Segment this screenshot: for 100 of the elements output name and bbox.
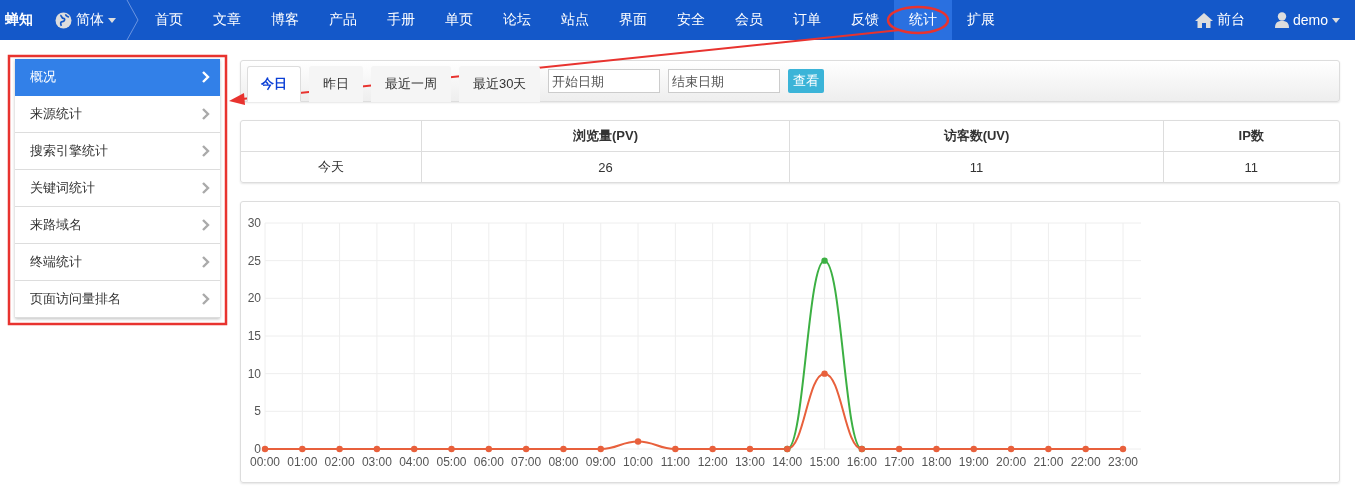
sidebar-item[interactable]: 概况: [15, 59, 220, 96]
chevron-right-icon: [202, 256, 210, 268]
chevron-right-icon: [202, 145, 210, 157]
data-point: [970, 445, 977, 453]
axis-tick-label: 30: [247, 216, 261, 230]
highlight-ellipse: [886, 5, 950, 35]
data-point: [672, 445, 679, 453]
data-point: [634, 438, 642, 445]
front-link[interactable]: 前台: [1179, 0, 1260, 40]
data-point: [709, 445, 716, 453]
chevron-right-icon: [202, 71, 210, 83]
axis-tick-label: 06:00: [473, 455, 504, 469]
nav-item[interactable]: 扩展: [952, 0, 1010, 40]
sidebar-item[interactable]: 来源统计: [15, 96, 220, 133]
caret-icon: [108, 17, 116, 23]
nav-item[interactable]: 论坛: [488, 0, 546, 40]
data-point: [411, 445, 418, 453]
axis-tick-label: 0: [254, 442, 261, 456]
axis-tick-label: 10:00: [623, 455, 654, 469]
nav-item[interactable]: 手册: [372, 0, 430, 40]
axis-tick-label: 20:00: [996, 455, 1027, 469]
axis-tick-label: 01:00: [287, 455, 318, 469]
column-header: 访客数(UV): [790, 121, 1163, 152]
axis-tick-label: 13:00: [734, 455, 765, 469]
table-cell: 11: [1163, 151, 1339, 182]
language-menu[interactable]: 简体: [45, 0, 126, 40]
data-point: [1007, 445, 1015, 453]
axis-tick-label: 07:00: [511, 455, 542, 469]
data-point: [746, 445, 754, 453]
data-point: [373, 445, 381, 453]
nav-item[interactable]: 产品: [314, 0, 372, 40]
date-tab[interactable]: 最近一周: [371, 66, 451, 102]
user-menu[interactable]: demo: [1259, 0, 1355, 40]
data-point: [522, 445, 530, 453]
caret-icon: [1332, 17, 1340, 23]
data-point: [895, 445, 903, 453]
data-point: [821, 370, 828, 377]
sidebar-item[interactable]: 搜索引擎统计: [15, 133, 220, 170]
data-point: [560, 445, 567, 453]
axis-tick-label: 14:00: [772, 455, 803, 469]
axis-tick-label: 18:00: [921, 455, 952, 469]
data-point: [933, 445, 940, 453]
data-point: [336, 445, 343, 453]
nav-item[interactable]: 单页: [430, 0, 488, 40]
axis-tick-label: 17:00: [884, 455, 915, 469]
date-tab[interactable]: 今日: [247, 66, 301, 102]
axis-tick-label: 10: [247, 366, 261, 381]
axis-tick-label: 21:00: [1033, 455, 1064, 469]
date-tab[interactable]: 昨日: [309, 66, 363, 102]
axis-tick-label: 09:00: [585, 455, 616, 469]
globe-icon: [55, 11, 72, 29]
data-point: [597, 445, 604, 453]
nav-item[interactable]: 文章: [198, 0, 256, 40]
nav-item[interactable]: 界面: [604, 0, 662, 40]
nav-item[interactable]: 博客: [256, 0, 314, 40]
nav-item[interactable]: 站点: [546, 0, 604, 40]
data-point: [448, 445, 455, 453]
nav-item[interactable]: 会员: [720, 0, 778, 40]
brand-name[interactable]: 蝉知: [0, 0, 45, 40]
data-point: [1082, 445, 1089, 453]
axis-tick-label: 19:00: [958, 455, 989, 469]
axis-tick-label: 02:00: [324, 455, 355, 469]
data-point: [485, 445, 493, 453]
nav-item[interactable]: 安全: [662, 0, 720, 40]
data-point: [1119, 445, 1127, 453]
axis-tick-label: 22:00: [1070, 455, 1101, 469]
axis-tick-label: 25: [247, 253, 261, 268]
table-cell: 今天: [241, 151, 421, 182]
data-point: [1045, 445, 1052, 453]
start-date-field[interactable]: 开始日期: [548, 69, 661, 93]
user-icon: [1274, 12, 1289, 28]
chevron-right-icon: [202, 219, 210, 231]
chevron-right-icon: [202, 108, 210, 120]
sidebar-item[interactable]: 关键词统计: [15, 170, 220, 207]
sidebar-item[interactable]: 页面访问量排名: [15, 281, 220, 318]
table-cell: 26: [421, 151, 790, 182]
sidebar-item[interactable]: 来路域名: [15, 207, 220, 244]
axis-tick-label: 15: [247, 329, 261, 343]
breadcrumb-separator-icon: [126, 0, 140, 40]
column-header: 浏览量(PV): [421, 121, 790, 152]
data-point: [299, 445, 306, 453]
date-tab[interactable]: 最近30天: [459, 66, 541, 102]
column-header: IP数: [1163, 121, 1339, 152]
nav-item[interactable]: 订单: [778, 0, 836, 40]
sidebar-item[interactable]: 终端统计: [15, 244, 220, 281]
end-date-field[interactable]: 结束日期: [668, 69, 781, 93]
axis-tick-label: 04:00: [399, 455, 430, 469]
nav-item[interactable]: 反馈: [836, 0, 894, 40]
axis-tick-label: 00:00: [250, 455, 280, 469]
axis-tick-label: 12:00: [697, 455, 728, 469]
axis-tick-label: 23:00: [1108, 455, 1138, 469]
axis-tick-label: 15:00: [809, 455, 840, 469]
axis-tick-label: 05:00: [436, 455, 467, 469]
data-point: [261, 445, 269, 453]
axis-tick-label: 03:00: [361, 455, 392, 469]
data-point: [821, 257, 828, 264]
chevron-right-icon: [202, 293, 210, 305]
nav-item[interactable]: 首页: [140, 0, 198, 40]
chevron-right-icon: [202, 182, 210, 194]
axis-tick-label: 08:00: [548, 455, 579, 469]
